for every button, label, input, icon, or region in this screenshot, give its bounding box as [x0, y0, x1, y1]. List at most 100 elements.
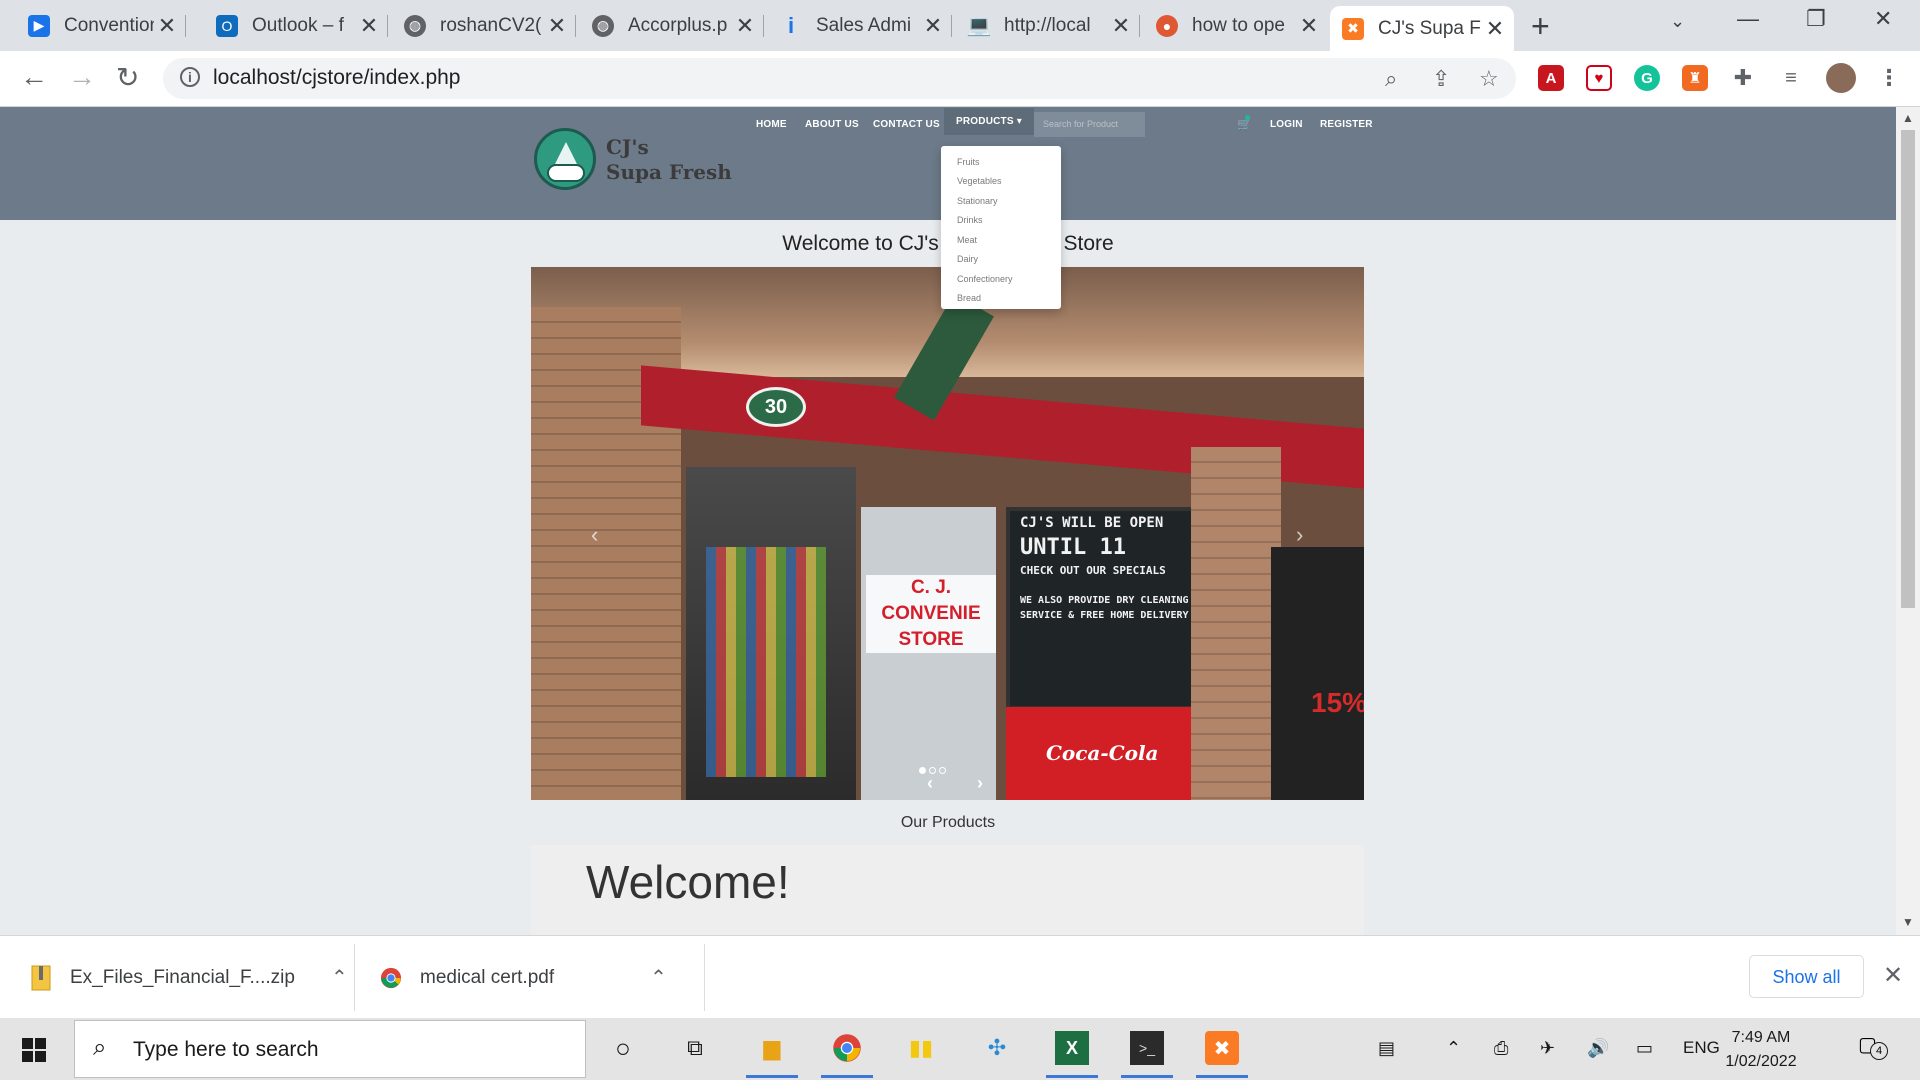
- nav-register[interactable]: REGISTER: [1320, 119, 1373, 130]
- scroll-up-icon[interactable]: ▲: [1902, 111, 1914, 125]
- terminal-icon[interactable]: >_: [1121, 1031, 1173, 1078]
- tab-accorplus[interactable]: ◍ Accorplus.p ✕: [580, 6, 764, 45]
- xampp-icon: ✖: [1342, 17, 1364, 40]
- cart-badge: [1245, 115, 1250, 120]
- forward-icon[interactable]: →: [68, 61, 96, 93]
- task-view-icon[interactable]: ⧉: [678, 1031, 712, 1065]
- tab-outlook[interactable]: O Outlook – f ✕: [204, 6, 388, 45]
- xampp-taskbar-icon[interactable]: ✖: [1196, 1031, 1248, 1078]
- carousel-prev-icon[interactable]: ‹: [591, 522, 598, 548]
- chevron-up-icon[interactable]: ⌃: [650, 965, 667, 990]
- dropdown-item-drinks[interactable]: Drinks: [957, 215, 983, 225]
- excel-icon[interactable]: X: [1046, 1031, 1098, 1078]
- system-clock[interactable]: 7:49 AM 1/02/2022: [1718, 1026, 1804, 1074]
- carousel-indicator[interactable]: [919, 767, 926, 774]
- pocket-icon[interactable]: ♥: [1586, 65, 1612, 91]
- nav-login[interactable]: LOGIN: [1270, 119, 1303, 130]
- volume-icon[interactable]: 🔊: [1587, 1038, 1609, 1059]
- product-search-input[interactable]: Search for Product: [1034, 112, 1145, 137]
- carousel-indicator[interactable]: [939, 767, 946, 774]
- tab-search-chevron-icon[interactable]: ⌄: [1670, 11, 1685, 32]
- extension-lighthouse-icon[interactable]: ♜: [1682, 65, 1708, 91]
- cortana-icon[interactable]: ○: [606, 1031, 640, 1065]
- close-tab-icon[interactable]: ✕: [1482, 16, 1508, 42]
- nav-contact-us[interactable]: CONTACT US: [873, 119, 940, 130]
- chrome-taskbar-icon[interactable]: [821, 1031, 873, 1078]
- close-tab-icon[interactable]: ✕: [1108, 13, 1134, 39]
- close-tab-icon[interactable]: ✕: [920, 13, 946, 39]
- acrobat-icon[interactable]: A: [1538, 65, 1564, 91]
- bookmark-star-icon[interactable]: ☆: [1479, 66, 1499, 92]
- nav-about-us[interactable]: ABOUT US: [805, 119, 859, 130]
- scroll-down-icon[interactable]: ▼: [1902, 915, 1914, 929]
- chrome-menu-icon[interactable]: ⋮: [1876, 65, 1902, 91]
- battery-icon[interactable]: ▭: [1636, 1038, 1653, 1059]
- profile-avatar[interactable]: [1826, 63, 1856, 93]
- tab-localhost[interactable]: 💻 http://local ✕: [956, 6, 1140, 45]
- dropdown-item-dairy[interactable]: Dairy: [957, 254, 978, 264]
- store-logo-icon[interactable]: [534, 128, 596, 190]
- cart-icon[interactable]: 🛒: [1237, 115, 1252, 131]
- tableau-icon[interactable]: ✣: [980, 1031, 1014, 1065]
- address-bar[interactable]: i localhost/cjstore/index.php ⌕ ⇪ ☆: [163, 58, 1516, 99]
- store-carousel[interactable]: C. J. CONVENIE STORE CJ'S WILL BE OPEN U…: [531, 267, 1364, 800]
- url-text[interactable]: localhost/cjstore/index.php: [213, 66, 460, 90]
- taskbar-search-box[interactable]: ⌕ Type here to search: [74, 1020, 586, 1078]
- new-tab-icon[interactable]: +: [1531, 8, 1550, 45]
- close-tab-icon[interactable]: ✕: [544, 13, 570, 39]
- media-control-icon[interactable]: ≡: [1778, 65, 1804, 91]
- extensions-puzzle-icon[interactable]: ✚: [1730, 65, 1756, 91]
- tab-title: Outlook – f: [252, 14, 344, 36]
- dropdown-item-fruits[interactable]: Fruits: [957, 157, 980, 167]
- tab-cj-store[interactable]: ✖ CJ's Supa F ✕: [1330, 6, 1514, 51]
- tab-sales-admin[interactable]: i Sales Admi ✕: [768, 6, 952, 45]
- minimize-icon[interactable]: —: [1737, 6, 1759, 32]
- share-icon[interactable]: ⇪: [1432, 66, 1450, 92]
- store-logo-text[interactable]: CJ's Supa Fresh: [606, 135, 732, 185]
- page-scrollbar[interactable]: ▲ ▼: [1896, 107, 1920, 935]
- power-bi-icon[interactable]: ▮▮: [904, 1031, 938, 1065]
- tab-roshancv[interactable]: ◍ roshanCV2( ✕: [392, 6, 576, 45]
- close-tab-icon[interactable]: ✕: [154, 13, 180, 39]
- nav-home[interactable]: HOME: [756, 119, 787, 130]
- dropdown-item-meat[interactable]: Meat: [957, 235, 977, 245]
- dropdown-item-vegetables[interactable]: Vegetables: [957, 176, 1002, 186]
- tab-how-to-open[interactable]: ● how to ope ✕: [1144, 6, 1328, 45]
- language-indicator[interactable]: ENG: [1683, 1038, 1720, 1058]
- scrollbar-thumb[interactable]: [1901, 130, 1915, 608]
- carousel-next-icon[interactable]: ›: [1296, 522, 1303, 548]
- file-explorer-icon[interactable]: ▆: [746, 1031, 798, 1078]
- carousel-prev-chevron-icon[interactable]: ‹: [927, 773, 933, 794]
- close-window-icon[interactable]: ✕: [1874, 6, 1892, 32]
- tablet-mode-icon[interactable]: ▤: [1378, 1038, 1395, 1059]
- jumbotron-title: Welcome!: [586, 856, 790, 908]
- close-tab-icon[interactable]: ✕: [356, 13, 382, 39]
- close-tab-icon[interactable]: ✕: [1296, 13, 1322, 39]
- tab-convention[interactable]: ▶ Convention ✕: [16, 6, 186, 45]
- close-tab-icon[interactable]: ✕: [732, 13, 758, 39]
- nav-products-dropdown[interactable]: PRODUCTS ▾: [944, 108, 1034, 135]
- notification-center-icon[interactable]: ▢ 4: [1858, 1032, 1888, 1060]
- site-info-icon[interactable]: i: [180, 67, 200, 87]
- carousel-next-chevron-icon[interactable]: ›: [977, 773, 983, 794]
- windows-start-icon[interactable]: [22, 1038, 46, 1062]
- meet-now-icon[interactable]: ⎙: [1494, 1038, 1508, 1059]
- download-item[interactable]: medical cert.pdf ⌃: [380, 936, 667, 1019]
- dropdown-item-confectionery[interactable]: Confectionery: [957, 274, 1013, 284]
- back-icon[interactable]: ←: [20, 61, 48, 93]
- network-icon[interactable]: ✈: [1540, 1038, 1555, 1059]
- show-all-downloads-button[interactable]: Show all: [1749, 955, 1864, 998]
- chevron-up-icon[interactable]: ⌃: [331, 965, 348, 990]
- download-shelf: Ex_Files_Financial_F....zip ⌃ medical ce…: [0, 935, 1920, 1019]
- show-hidden-icons-chevron[interactable]: ⌃: [1446, 1038, 1461, 1059]
- dropdown-item-stationary[interactable]: Stationary: [957, 196, 998, 206]
- info-icon: i: [787, 12, 795, 38]
- download-item[interactable]: Ex_Files_Financial_F....zip ⌃: [30, 936, 348, 1019]
- zoom-icon[interactable]: ⌕: [1385, 66, 1397, 92]
- taskbar-search-placeholder: Type here to search: [133, 1038, 319, 1061]
- dropdown-item-bread[interactable]: Bread: [957, 293, 981, 303]
- reload-icon[interactable]: ↻: [116, 61, 139, 94]
- close-shelf-icon[interactable]: ✕: [1883, 961, 1903, 990]
- restore-icon[interactable]: ❐: [1806, 6, 1826, 32]
- grammarly-icon[interactable]: G: [1634, 65, 1660, 91]
